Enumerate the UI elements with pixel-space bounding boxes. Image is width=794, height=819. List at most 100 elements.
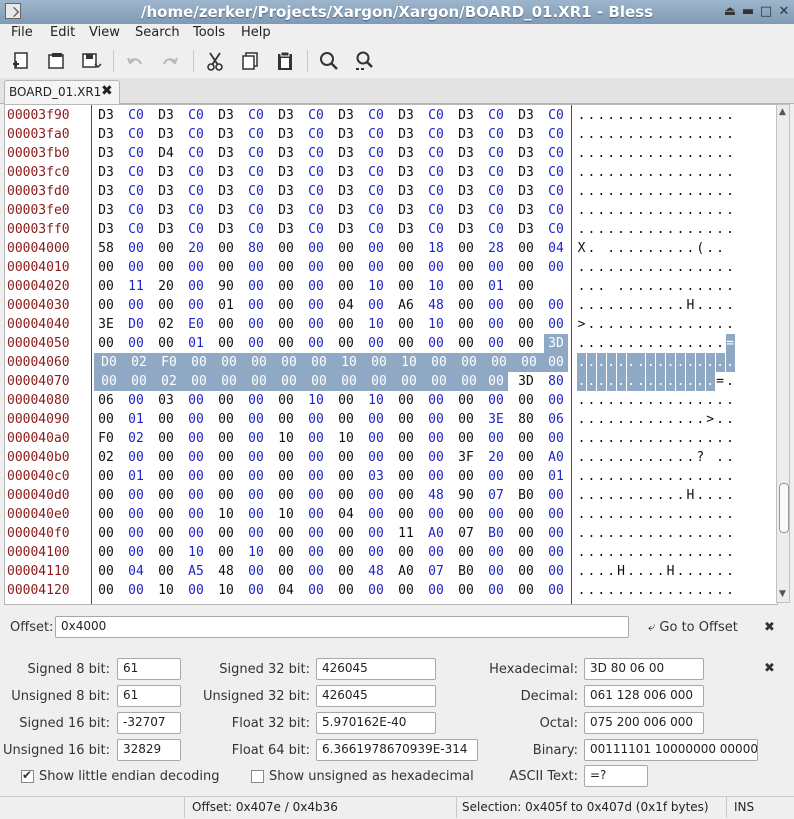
- hex-byte[interactable]: D3: [514, 220, 538, 239]
- hex-byte[interactable]: 00: [244, 562, 268, 581]
- ascii-char[interactable]: .: [636, 543, 645, 562]
- hex-byte[interactable]: 3E: [484, 410, 508, 429]
- ascii-char[interactable]: .: [577, 106, 586, 125]
- ascii-char[interactable]: .: [666, 296, 675, 315]
- ascii-char[interactable]: .: [676, 372, 685, 391]
- ascii-char[interactable]: .: [726, 277, 735, 296]
- hex-byte[interactable]: 80: [544, 372, 568, 391]
- ascii-char[interactable]: .: [706, 429, 715, 448]
- hex-byte[interactable]: 00: [184, 410, 208, 429]
- menu-help[interactable]: Help: [241, 25, 271, 40]
- ascii-char[interactable]: .: [597, 524, 606, 543]
- hex-byte[interactable]: C0: [364, 201, 388, 220]
- ascii-char[interactable]: .: [617, 543, 626, 562]
- ascii-char[interactable]: .: [656, 448, 665, 467]
- hex-byte[interactable]: D3: [274, 220, 298, 239]
- paste-icon[interactable]: [274, 50, 296, 72]
- ascii-char[interactable]: .: [656, 277, 665, 296]
- ascii-char[interactable]: .: [686, 239, 695, 258]
- ascii-char[interactable]: .: [726, 163, 735, 182]
- ascii-char[interactable]: .: [646, 410, 655, 429]
- hex-row[interactable]: 00003fa0 D3 C0 D3 C0 D3 C0 D3 C0 D3 C0 D3 C0 D3 C0 D3 C0…: [5, 125, 777, 144]
- ascii-char[interactable]: .: [597, 125, 606, 144]
- ascii-char[interactable]: .: [726, 182, 735, 201]
- ascii-char[interactable]: .: [617, 334, 626, 353]
- hex-byte[interactable]: D3: [214, 201, 238, 220]
- ascii-char[interactable]: .: [587, 106, 596, 125]
- hex-byte[interactable]: 04: [334, 505, 358, 524]
- ascii-char[interactable]: .: [646, 486, 655, 505]
- ascii-char[interactable]: .: [597, 448, 606, 467]
- ascii-char[interactable]: .: [597, 277, 606, 296]
- ascii-char[interactable]: .: [627, 505, 636, 524]
- hex-byte[interactable]: 20: [184, 239, 208, 258]
- hex-byte[interactable]: 00: [454, 296, 478, 315]
- hex-byte[interactable]: D0: [124, 315, 148, 334]
- ascii-char[interactable]: .: [577, 277, 586, 296]
- ascii-char[interactable]: .: [607, 182, 616, 201]
- ascii-char[interactable]: .: [716, 163, 725, 182]
- hex-byte[interactable]: C0: [544, 201, 568, 220]
- hex-byte[interactable]: 07: [484, 486, 508, 505]
- ascii-char[interactable]: .: [627, 562, 636, 581]
- ascii-char[interactable]: .: [627, 201, 636, 220]
- hex-byte[interactable]: 00: [184, 353, 214, 372]
- hex-byte[interactable]: C0: [304, 144, 328, 163]
- close-conversion-icon[interactable]: ✖: [764, 661, 775, 676]
- ascii-char[interactable]: .: [666, 144, 675, 163]
- hex-byte[interactable]: 00: [364, 410, 388, 429]
- hex-byte[interactable]: C0: [244, 201, 268, 220]
- ascii-char[interactable]: (: [696, 239, 705, 258]
- ascii-char[interactable]: .: [617, 448, 626, 467]
- ascii-char[interactable]: .: [716, 505, 725, 524]
- ascii-char[interactable]: .: [696, 524, 705, 543]
- hex-byte[interactable]: C0: [484, 182, 508, 201]
- hex-byte[interactable]: 04: [274, 581, 298, 600]
- ascii-char[interactable]: .: [676, 429, 685, 448]
- hex-byte[interactable]: 00: [274, 277, 298, 296]
- ascii-char[interactable]: .: [676, 505, 685, 524]
- menu-edit[interactable]: Edit: [50, 25, 75, 40]
- hex-byte[interactable]: 00: [184, 505, 208, 524]
- scroll-down-icon[interactable]: ▼: [779, 589, 786, 599]
- hex-byte[interactable]: C0: [424, 106, 448, 125]
- ascii-char[interactable]: .: [597, 505, 606, 524]
- ascii-char[interactable]: .: [597, 410, 606, 429]
- hex-byte[interactable]: 00: [454, 353, 484, 372]
- goto-offset-button[interactable]: ⤶ Go to Offset: [648, 620, 738, 635]
- hex-byte[interactable]: B0: [514, 486, 538, 505]
- close-goto-icon[interactable]: ✖: [764, 620, 775, 635]
- ascii-char[interactable]: .: [577, 543, 586, 562]
- ascii-char[interactable]: .: [627, 486, 636, 505]
- hex-byte[interactable]: 00: [214, 486, 238, 505]
- hex-byte[interactable]: 00: [364, 448, 388, 467]
- ascii-char[interactable]: .: [627, 429, 636, 448]
- ascii-char[interactable]: .: [617, 410, 626, 429]
- hex-row[interactable]: 00004000 58 00 00 20 00 80 00 00 00 00 00 18 00 28 00 04…: [5, 239, 777, 258]
- hex-byte[interactable]: 00: [94, 258, 118, 277]
- ascii-char[interactable]: .: [617, 106, 626, 125]
- ascii-char[interactable]: .: [636, 353, 646, 372]
- hex-byte[interactable]: 00: [394, 239, 418, 258]
- ascii-char[interactable]: .: [597, 163, 606, 182]
- ascii-char[interactable]: .: [686, 277, 695, 296]
- ascii-char[interactable]: .: [597, 486, 606, 505]
- hex-byte[interactable]: 00: [184, 581, 208, 600]
- hex-byte[interactable]: 00: [484, 429, 508, 448]
- ascii-char[interactable]: .: [646, 562, 655, 581]
- hex-byte[interactable]: C0: [424, 144, 448, 163]
- hex-byte[interactable]: 80: [244, 239, 268, 258]
- ascii-char[interactable]: .: [656, 372, 666, 391]
- ascii-char[interactable]: .: [716, 562, 725, 581]
- ascii-char[interactable]: .: [676, 524, 685, 543]
- hex-byte[interactable]: 00: [304, 486, 328, 505]
- hex-byte[interactable]: D3: [154, 201, 178, 220]
- ascii-char[interactable]: .: [577, 353, 586, 372]
- hex-byte[interactable]: 07: [454, 524, 478, 543]
- hex-byte[interactable]: 00: [154, 296, 178, 315]
- ascii-char[interactable]: .: [686, 410, 695, 429]
- hex-byte[interactable]: 00: [364, 372, 394, 391]
- signed8-field[interactable]: 61: [117, 658, 181, 680]
- hex-byte[interactable]: 10: [424, 315, 448, 334]
- ascii-char[interactable]: .: [586, 353, 596, 372]
